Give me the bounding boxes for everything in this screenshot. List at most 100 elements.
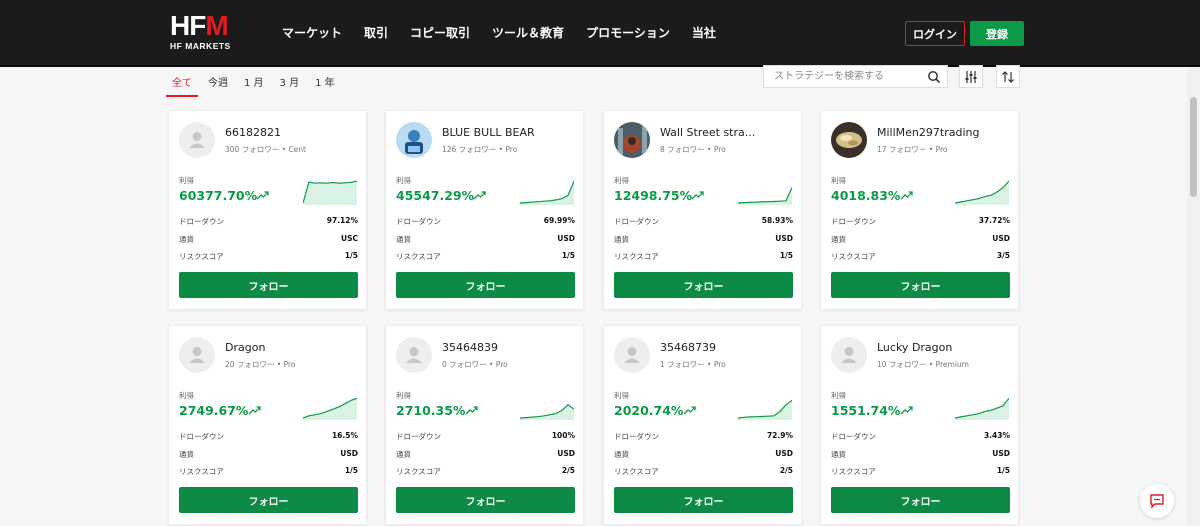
chat-icon bbox=[1150, 494, 1164, 509]
strategy-name[interactable]: BLUE BULL BEAR bbox=[442, 126, 535, 139]
nav-company[interactable]: 当社 bbox=[692, 24, 716, 41]
avatar[interactable] bbox=[831, 122, 867, 158]
search-input[interactable] bbox=[764, 66, 924, 87]
follow-button[interactable]: フォロー bbox=[614, 487, 793, 513]
strategy-card[interactable]: Dragon 20 フォロワー • Pro 利得 2749.67% ドローダウン… bbox=[168, 325, 367, 525]
strategy-card[interactable]: Wall Street stra... 8 フォロワー • Pro 利得 124… bbox=[603, 110, 802, 310]
profit-sparkline bbox=[520, 180, 574, 205]
strategy-name[interactable]: Lucky Dragon bbox=[877, 341, 952, 354]
avatar[interactable] bbox=[614, 122, 650, 158]
risk-label: リスクスコア bbox=[396, 467, 441, 476]
avatar[interactable] bbox=[179, 337, 215, 373]
tab-1-month[interactable]: 1 月 bbox=[238, 72, 270, 97]
chat-button[interactable] bbox=[1140, 484, 1174, 518]
drawdown-row: ドローダウン 58.93% bbox=[614, 216, 793, 227]
drawdown-label: ドローダウン bbox=[614, 432, 659, 441]
drawdown-row: ドローダウン 3.43% bbox=[831, 431, 1010, 442]
strategy-card[interactable]: Lucky Dragon 10 フォロワー • Premium 利得 1551.… bbox=[820, 325, 1019, 525]
currency-row: 通貨 USD bbox=[831, 449, 1010, 460]
avatar[interactable] bbox=[831, 337, 867, 373]
drawdown-label: ドローダウン bbox=[396, 432, 441, 441]
avatar[interactable] bbox=[614, 337, 650, 373]
tab-this-week[interactable]: 今週 bbox=[202, 72, 234, 97]
strategy-name[interactable]: 66182821 bbox=[225, 126, 281, 139]
nav-trading[interactable]: 取引 bbox=[364, 24, 388, 41]
sparkline-area bbox=[303, 181, 357, 205]
follower-count: 8 フォロワー • Pro bbox=[660, 145, 726, 154]
avatar[interactable] bbox=[179, 122, 215, 158]
nav-markets[interactable]: マーケット bbox=[282, 24, 342, 41]
follow-button[interactable]: フォロー bbox=[179, 487, 358, 513]
strategy-name[interactable]: Wall Street stra... bbox=[660, 126, 755, 139]
strategy-name[interactable]: 35464839 bbox=[442, 341, 498, 354]
follow-button[interactable]: フォロー bbox=[179, 272, 358, 298]
follower-count: 0 フォロワー • Pro bbox=[442, 360, 508, 369]
drawdown-row: ドローダウン 97.12% bbox=[179, 216, 358, 227]
drawdown-row: ドローダウン 100% bbox=[396, 431, 575, 442]
profit-value: 2020.74% bbox=[614, 403, 684, 418]
drawdown-row: ドローダウン 72.9% bbox=[614, 431, 793, 442]
trend-up-icon bbox=[683, 406, 696, 415]
register-button[interactable]: 登録 bbox=[970, 21, 1024, 46]
drawdown-value: 37.72% bbox=[978, 216, 1010, 225]
profit-value: 12498.75% bbox=[614, 188, 693, 203]
profit-label: 利得 bbox=[614, 176, 629, 185]
strategy-name[interactable]: Dragon bbox=[225, 341, 265, 354]
strategy-card[interactable]: 66182821 300 フォロワー • Cent 利得 60377.70% ド… bbox=[168, 110, 367, 310]
nav-promotions[interactable]: プロモーション bbox=[586, 24, 670, 41]
tab-3-months[interactable]: 3 月 bbox=[274, 72, 306, 97]
trend-up-icon bbox=[473, 191, 486, 200]
currency-label: 通貨 bbox=[614, 450, 629, 459]
sort-button[interactable] bbox=[996, 65, 1020, 88]
page-scrollbar[interactable] bbox=[1187, 67, 1200, 526]
drawdown-value: 58.93% bbox=[761, 216, 793, 225]
strategy-card[interactable]: 35464839 0 フォロワー • Pro 利得 2710.35% ドローダウ… bbox=[385, 325, 584, 525]
nav-tools-education[interactable]: ツール＆教育 bbox=[492, 24, 564, 41]
login-button[interactable]: ログイン bbox=[905, 21, 965, 46]
risk-row: リスクスコア 3/5 bbox=[831, 251, 1010, 262]
risk-label: リスクスコア bbox=[831, 467, 876, 476]
risk-label: リスクスコア bbox=[831, 252, 876, 261]
drawdown-label: ドローダウン bbox=[831, 217, 876, 226]
follower-count: 10 フォロワー • Premium bbox=[877, 360, 969, 369]
strategy-card[interactable]: 35468739 1 フォロワー • Pro 利得 2020.74% ドローダウ… bbox=[603, 325, 802, 525]
trend-up-icon bbox=[248, 406, 261, 415]
follower-count: 1 フォロワー • Pro bbox=[660, 360, 726, 369]
risk-score: 2/5 bbox=[779, 466, 793, 475]
profit-label: 利得 bbox=[179, 391, 194, 400]
currency-row: 通貨 USD bbox=[614, 234, 793, 245]
scroll-thumb[interactable] bbox=[1190, 97, 1197, 197]
hfm-logo[interactable]: HFM HF MARKETS bbox=[170, 12, 250, 52]
currency-label: 通貨 bbox=[831, 235, 846, 244]
follow-button[interactable]: フォロー bbox=[396, 487, 575, 513]
strategy-name[interactable]: MillMen297trading bbox=[877, 126, 979, 139]
drawdown-value: 16.5% bbox=[331, 431, 358, 440]
main-nav: マーケット 取引 コピー取引 ツール＆教育 プロモーション 当社 bbox=[282, 24, 738, 41]
profit-sparkline bbox=[955, 397, 1009, 420]
avatar[interactable] bbox=[396, 122, 432, 158]
currency-value: USD bbox=[340, 449, 358, 458]
currency-value: USC bbox=[341, 234, 358, 243]
follow-button[interactable]: フォロー bbox=[396, 272, 575, 298]
follower-count: 17 フォロワー • Pro bbox=[877, 145, 948, 154]
tab-1-year[interactable]: 1 年 bbox=[309, 72, 341, 97]
follow-button[interactable]: フォロー bbox=[614, 272, 793, 298]
follow-button[interactable]: フォロー bbox=[831, 487, 1010, 513]
follow-button[interactable]: フォロー bbox=[831, 272, 1010, 298]
sort-arrows-icon bbox=[1002, 70, 1014, 83]
strategy-card[interactable]: MillMen297trading 17 フォロワー • Pro 利得 4018… bbox=[820, 110, 1019, 310]
drawdown-label: ドローダウン bbox=[831, 432, 876, 441]
profit-value: 60377.70% bbox=[179, 188, 258, 203]
search-icon[interactable] bbox=[927, 70, 941, 84]
filter-settings-button[interactable] bbox=[959, 65, 983, 88]
currency-label: 通貨 bbox=[179, 450, 194, 459]
strategy-card[interactable]: BLUE BULL BEAR 126 フォロワー • Pro 利得 45547.… bbox=[385, 110, 584, 310]
site-header: HFM HF MARKETS マーケット 取引 コピー取引 ツール＆教育 プロモ… bbox=[0, 0, 1200, 67]
nav-copy-trading[interactable]: コピー取引 bbox=[410, 24, 470, 41]
trend-up-icon bbox=[465, 406, 478, 415]
avatar[interactable] bbox=[396, 337, 432, 373]
tab-all[interactable]: 全て bbox=[166, 72, 198, 97]
follower-count: 126 フォロワー • Pro bbox=[442, 145, 518, 154]
currency-value: USD bbox=[557, 449, 575, 458]
strategy-name[interactable]: 35468739 bbox=[660, 341, 716, 354]
